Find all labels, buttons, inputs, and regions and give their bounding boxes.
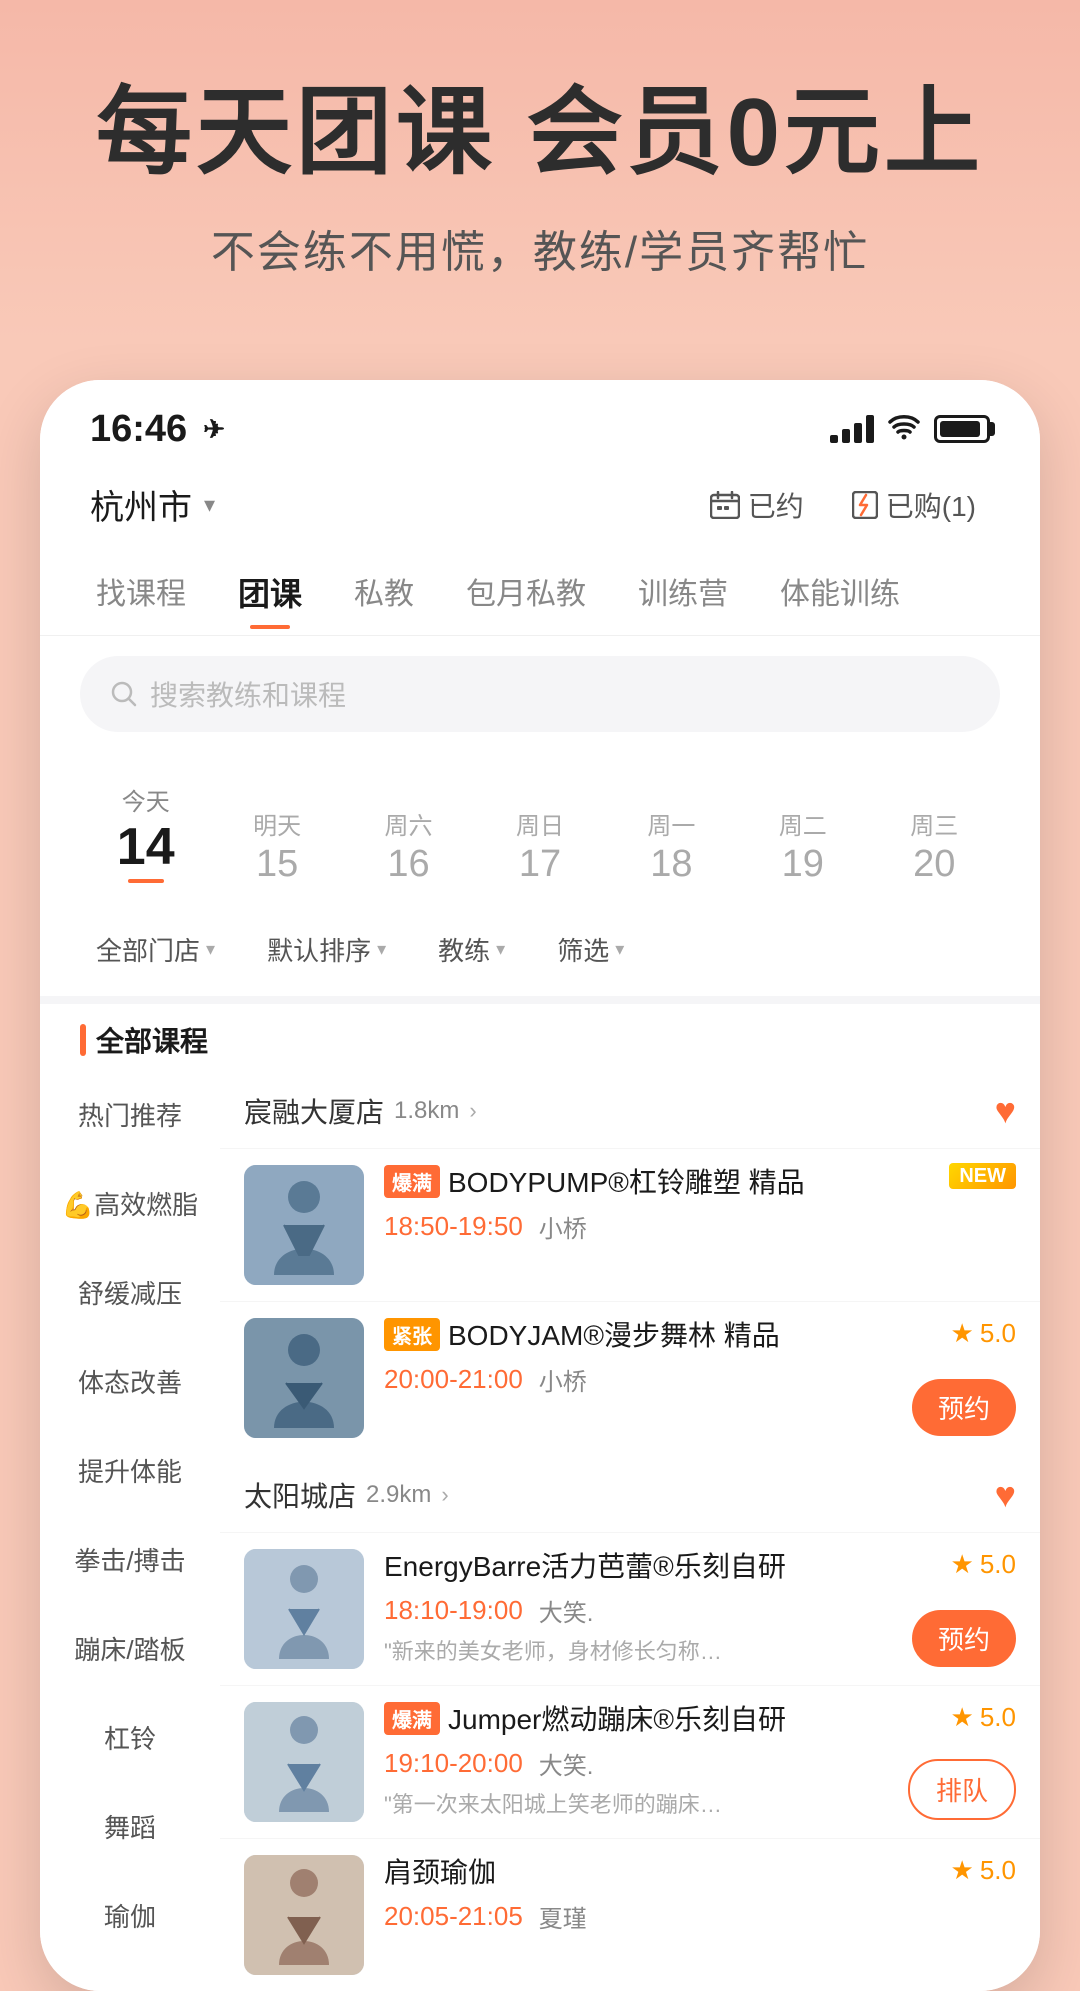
wifi-icon — [888, 412, 920, 447]
chevron-down-icon: ▾ — [615, 939, 624, 960]
course-thumbnail-5 — [244, 1855, 364, 1975]
course-rating-3: ★ 5.0 — [951, 1549, 1016, 1580]
course-card-4: 爆满 Jumper燃动蹦床®乐刻自研 19:10-20:00 大笑. "第一次来… — [220, 1685, 1040, 1838]
tag-tight: 紧张 — [384, 1318, 440, 1351]
course-info-1: 爆满 BODYPUMP®杠铃雕塑 精品 18:50-19:50 小桥 — [384, 1165, 1016, 1250]
star-icon: ★ — [951, 1318, 974, 1349]
course-info-5: 肩颈瑜伽 20:05-21:05 夏瑾 — [384, 1855, 1016, 1940]
category-fat-burn[interactable]: 💪高效燃脂 — [40, 1159, 220, 1248]
date-sun[interactable]: 周日 17 — [474, 796, 605, 893]
date-mon[interactable]: 周一 18 — [606, 796, 737, 893]
star-icon: ★ — [951, 1702, 974, 1733]
book-button-2[interactable]: 预约 — [912, 1379, 1016, 1436]
category-stress[interactable]: 舒缓减压 — [40, 1248, 220, 1337]
tag-new-badge: NEW — [949, 1165, 1016, 1188]
filter-coach[interactable]: 教练 ▾ — [422, 923, 521, 976]
favorite-icon-2[interactable]: ♥ — [995, 1474, 1016, 1516]
course-rating-2: ★ 5.0 — [951, 1318, 1016, 1349]
date-today[interactable]: 今天 14 — [80, 772, 211, 893]
phone-container: 16:46 ✈ 杭 — [40, 380, 1040, 1991]
all-courses-label: 全部课程 — [40, 1004, 1040, 1070]
store-header-1: 宸融大厦店 1.8km › ♥ — [220, 1070, 1040, 1148]
app-header: 杭州市 ▾ 已约 已购(1) — [40, 467, 1040, 553]
filter-row: 全部门店 ▾ 默认排序 ▾ 教练 ▾ 筛选 ▾ — [40, 913, 1040, 996]
course-desc-4: "第一次来太阳城上笑老师的蹦床课... — [384, 1787, 724, 1819]
course-thumbnail-1 — [244, 1165, 364, 1285]
hero-subtitle: 不会练不用慌，教练/学员齐帮忙 — [60, 216, 1020, 280]
category-sidebar: 热门推荐 💪高效燃脂 舒缓减压 体态改善 提升体能 拳击/搏击 蹦床/踏板 杠铃 — [40, 1070, 220, 1991]
course-list: 宸融大厦店 1.8km › ♥ 爆 — [220, 1070, 1040, 1991]
category-dance[interactable]: 舞蹈 — [40, 1782, 220, 1871]
hero-section: 每天团课 会员0元上 不会练不用慌，教练/学员齐帮忙 — [0, 0, 1080, 340]
calendar-icon — [710, 491, 740, 519]
main-content: 热门推荐 💪高效燃脂 舒缓减压 体态改善 提升体能 拳击/搏击 蹦床/踏板 杠铃 — [40, 1070, 1040, 1991]
queue-button-4[interactable]: 排队 — [908, 1759, 1016, 1820]
category-barbell[interactable]: 杠铃 — [40, 1693, 220, 1782]
tab-find-course[interactable]: 找课程 — [70, 553, 212, 635]
category-yoga[interactable]: 瑜伽 — [40, 1871, 220, 1960]
search-icon — [110, 680, 138, 708]
course-card-5: 肩颈瑜伽 20:05-21:05 夏瑾 ★ 5.0 — [220, 1838, 1040, 1991]
header-actions: 已约 已购(1) — [696, 477, 990, 533]
tab-group-class[interactable]: 团课 — [212, 553, 328, 635]
date-tue[interactable]: 周二 19 — [737, 796, 868, 893]
chevron-down-icon: ▾ — [377, 939, 386, 960]
divider — [40, 996, 1040, 1004]
date-picker: 今天 14 明天 15 周六 16 周日 17 周一 18 周二 19 周三 2… — [40, 752, 1040, 913]
category-boxing[interactable]: 拳击/搏击 — [40, 1515, 220, 1604]
tag-full-2: 爆满 — [384, 1702, 440, 1735]
status-bar: 16:46 ✈ — [40, 380, 1040, 467]
course-thumbnail-4 — [244, 1702, 364, 1822]
filter-sort[interactable]: 默认排序 ▾ — [251, 923, 402, 976]
star-icon: ★ — [951, 1855, 974, 1886]
favorite-icon[interactable]: ♥ — [995, 1090, 1016, 1132]
course-rating-5: ★ 5.0 — [951, 1855, 1016, 1886]
chevron-down-icon: ▾ — [206, 939, 215, 960]
course-desc-3: "新来的美女老师，身材修长匀称，教... — [384, 1634, 724, 1666]
date-wed[interactable]: 周三 20 — [869, 796, 1000, 893]
course-card-2: 紧张 BODYJAM®漫步舞林 精品 20:00-21:00 小桥 ★ 5.0 … — [220, 1301, 1040, 1454]
chevron-right-icon: › — [469, 1098, 476, 1124]
chevron-right-icon: › — [441, 1482, 448, 1508]
tab-private[interactable]: 私教 — [328, 553, 440, 635]
category-trampoline[interactable]: 蹦床/踏板 — [40, 1604, 220, 1693]
search-placeholder: 搜索教练和课程 — [150, 674, 346, 714]
tab-fitness-training[interactable]: 体能训练 — [754, 553, 926, 635]
course-thumbnail-3 — [244, 1549, 364, 1669]
signal-icon — [830, 415, 874, 443]
course-thumbnail-2 — [244, 1318, 364, 1438]
course-rating-4: ★ 5.0 — [951, 1702, 1016, 1733]
course-card-3: EnergyBarre活力芭蕾®乐刻自研 18:10-19:00 大笑. "新来… — [220, 1532, 1040, 1685]
battery-icon — [934, 415, 990, 443]
filter-more[interactable]: 筛选 ▾ — [541, 923, 640, 976]
store-header-2: 太阳城店 2.9km › ♥ — [220, 1454, 1040, 1532]
location-arrow-icon: ✈ — [203, 414, 225, 445]
star-icon: ★ — [951, 1549, 974, 1580]
tag-full: 爆满 — [384, 1165, 440, 1198]
location-dropdown-icon: ▾ — [204, 492, 215, 518]
lightning-icon — [852, 491, 878, 519]
category-hot[interactable]: 热门推荐 — [40, 1070, 220, 1159]
location-button[interactable]: 杭州市 ▾ — [90, 480, 215, 529]
tab-training-camp[interactable]: 训练营 — [612, 553, 754, 635]
booked-button[interactable]: 已约 — [696, 477, 818, 533]
hero-title: 每天团课 会员0元上 — [60, 80, 1020, 186]
category-posture[interactable]: 体态改善 — [40, 1337, 220, 1426]
filter-all-stores[interactable]: 全部门店 ▾ — [80, 923, 231, 976]
status-icons — [830, 412, 990, 447]
nav-tabs: 找课程 团课 私教 包月私教 训练营 体能训练 — [40, 553, 1040, 636]
search-bar[interactable]: 搜索教练和课程 — [80, 656, 1000, 732]
chevron-down-icon: ▾ — [496, 939, 505, 960]
date-sat[interactable]: 周六 16 — [343, 796, 474, 893]
course-card-1: 爆满 BODYPUMP®杠铃雕塑 精品 18:50-19:50 小桥 NEW — [220, 1148, 1040, 1301]
date-tomorrow[interactable]: 明天 15 — [211, 796, 342, 893]
category-fitness[interactable]: 提升体能 — [40, 1426, 220, 1515]
status-time: 16:46 ✈ — [90, 408, 225, 451]
tab-monthly-private[interactable]: 包月私教 — [440, 553, 612, 635]
purchased-button[interactable]: 已购(1) — [838, 477, 990, 533]
book-button-3[interactable]: 预约 — [912, 1610, 1016, 1667]
